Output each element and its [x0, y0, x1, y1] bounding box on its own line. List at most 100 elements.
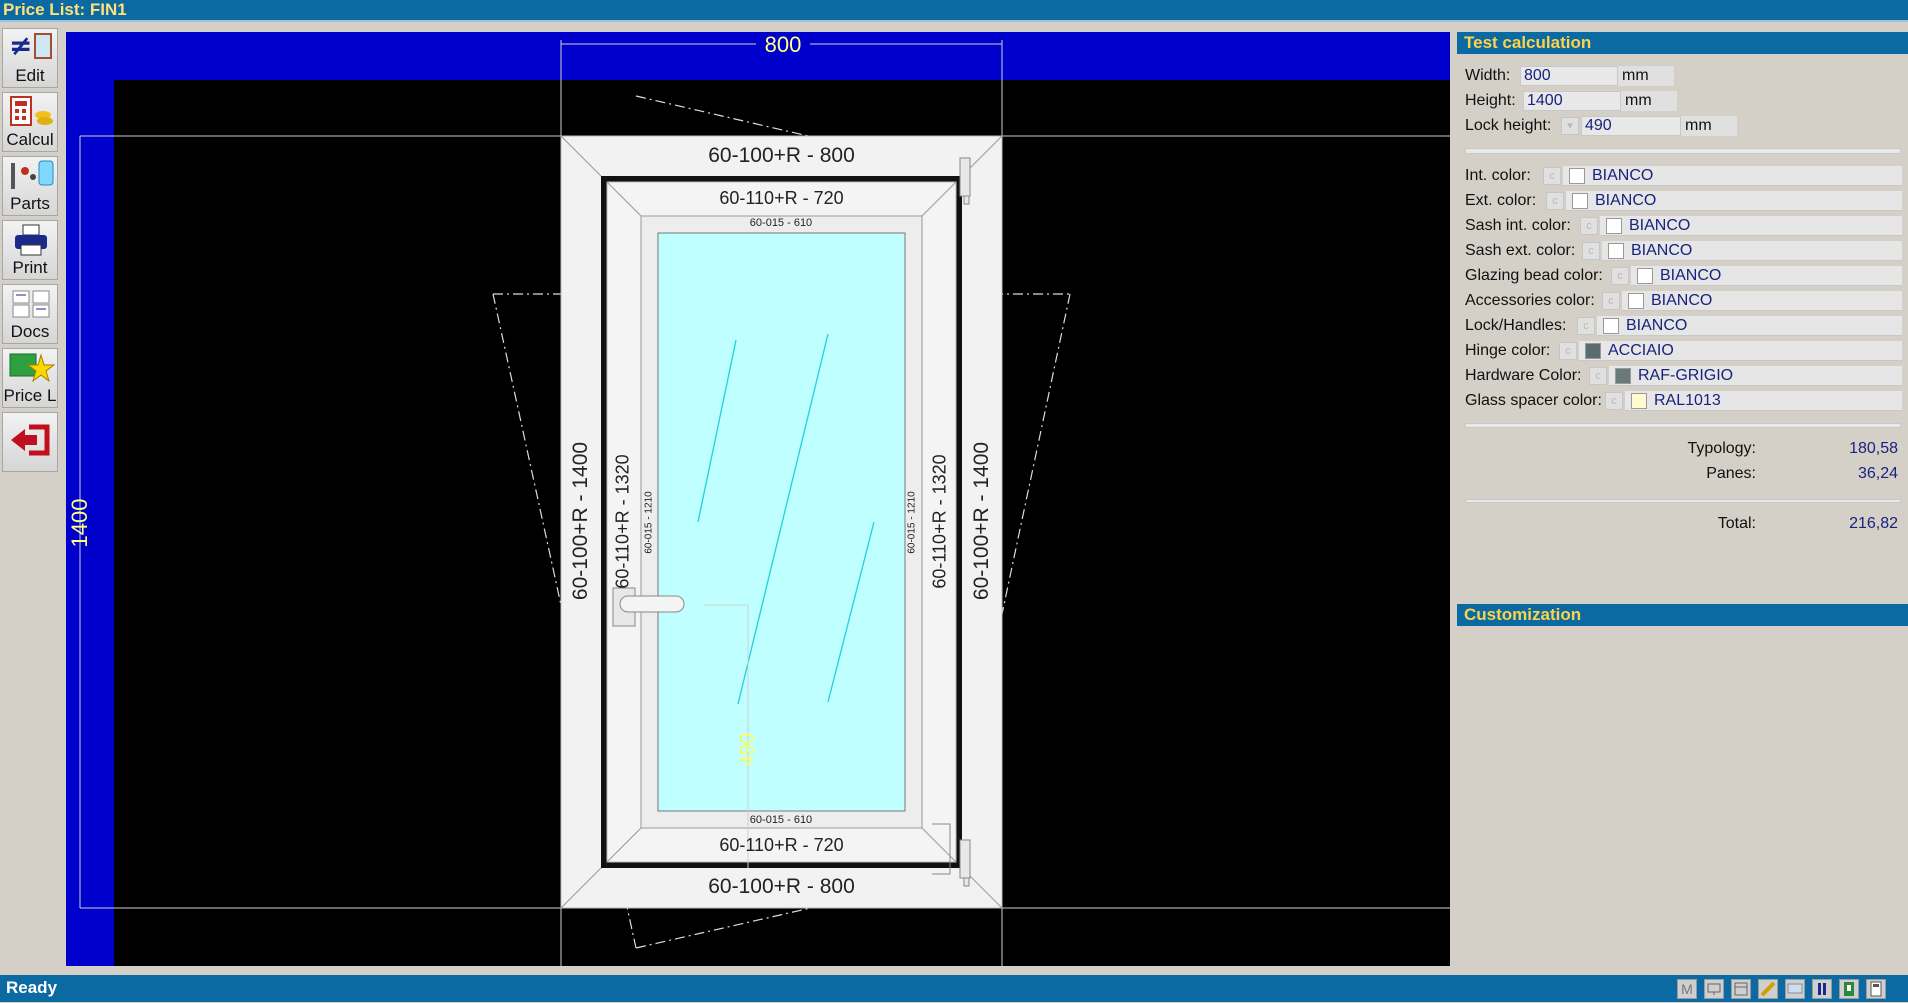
lock-height-dropdown[interactable]: ▾	[1561, 117, 1579, 135]
panes-label: Panes:	[1706, 465, 1756, 482]
panes-value: 36,24	[1857, 465, 1898, 482]
monitor-icon[interactable]	[1704, 979, 1724, 999]
exit-button[interactable]	[2, 412, 58, 472]
separator	[1465, 148, 1901, 154]
glazing-bead-color-c-button[interactable]: c	[1611, 267, 1629, 285]
sash-ext-color-c-button[interactable]: c	[1582, 242, 1600, 260]
edit-label: Edit	[15, 66, 45, 85]
width-input[interactable]: 800	[1520, 66, 1618, 86]
hardware-color-value: RAF-GRIGIO	[1638, 367, 1734, 384]
calcul-button[interactable]: Calcul	[2, 92, 58, 152]
glazing-bead-color-swatch	[1637, 268, 1653, 284]
glazing-bead-color-value: BIANCO	[1660, 267, 1722, 284]
hardware-color-swatch	[1615, 368, 1631, 384]
int-color-c-button[interactable]: c	[1543, 167, 1561, 185]
sash-ext-color-swatch	[1608, 243, 1624, 259]
docs-label: Docs	[10, 322, 50, 341]
price-list-button[interactable]: Price L	[2, 348, 58, 408]
calculator-coins-icon	[10, 96, 53, 126]
printer-icon	[15, 224, 47, 256]
calculator-icon[interactable]	[1866, 979, 1886, 999]
hinge-color-c-button[interactable]: c	[1559, 342, 1577, 360]
width-unit: mm	[1618, 66, 1674, 86]
m-icon[interactable]: M	[1677, 979, 1697, 999]
accessories-color-swatch	[1628, 293, 1644, 309]
lock-height-input[interactable]: 490	[1581, 116, 1681, 136]
sash-right-label: 60-110+R - 1320	[929, 454, 950, 589]
window-title: Price List: FIN1	[0, 0, 1908, 22]
bead-bottom-label: 60-015 - 610	[749, 814, 813, 826]
total-value: 216,82	[1849, 515, 1898, 532]
height-unit: mm	[1621, 91, 1677, 111]
accessories-color-c-button[interactable]: c	[1602, 292, 1620, 310]
display-icon[interactable]	[1785, 979, 1805, 999]
window-icon[interactable]	[1731, 979, 1751, 999]
height-dimension: 1400	[67, 498, 92, 548]
sash-bottom-label: 60-110+R - 720	[719, 835, 844, 855]
pause-icon[interactable]	[1812, 979, 1832, 999]
pencil-icon[interactable]	[1758, 979, 1778, 999]
print-button[interactable]: Print	[2, 220, 58, 280]
lock-height-label: Lock height:	[1465, 117, 1552, 134]
bead-right-label: 60-015 - 1210	[906, 491, 918, 554]
drawing-canvas[interactable]: 800 1400 490 60-100+R - 800 60-100+R - 8…	[66, 32, 1450, 966]
height-input[interactable]: 1400	[1523, 91, 1621, 111]
bead-top-label: 60-015 - 610	[749, 217, 813, 229]
int-color-label: Int. color:	[1465, 167, 1531, 184]
sash-ext-color-label: Sash ext. color:	[1465, 242, 1576, 259]
glass-spacer-color-value: RAL1013	[1654, 392, 1721, 409]
sash-ext-color-value: BIANCO	[1631, 242, 1693, 259]
hinge-color-swatch	[1585, 343, 1601, 359]
typology-value: 180,58	[1849, 440, 1898, 457]
print-label: Print	[12, 258, 48, 277]
glass-spacer-color-label: Glass spacer color:	[1465, 392, 1602, 409]
sash-int-color-swatch	[1606, 218, 1622, 234]
status-text: Ready	[6, 978, 58, 997]
int-color-value: BIANCO	[1592, 167, 1654, 184]
price-list-label: Price L	[3, 386, 57, 405]
customization-area[interactable]	[1457, 628, 1908, 958]
test-calculation-header: Test calculation	[1457, 32, 1908, 54]
edit-button[interactable]: ≠ Edit	[2, 28, 58, 88]
parts-icon	[11, 160, 54, 189]
height-label: Height:	[1465, 92, 1516, 109]
ext-color-c-button[interactable]: c	[1546, 192, 1564, 210]
glass-spacer-color-swatch	[1631, 393, 1647, 409]
edit-icon: ≠	[9, 31, 52, 62]
ext-color-label: Ext. color:	[1465, 192, 1537, 209]
left-toolbar: ≠ Edit Calcul Parts Print Docs Price L	[0, 28, 64, 976]
ext-color-swatch	[1572, 193, 1588, 209]
documents-icon	[12, 290, 50, 318]
status-bar: Ready M	[0, 975, 1908, 1002]
frame-left-label: 60-100+R - 1400	[569, 441, 592, 601]
lock-handles-swatch	[1603, 318, 1619, 334]
svg-text:≠: ≠	[9, 31, 32, 62]
frame-bottom-label: 60-100+R - 800	[708, 875, 855, 898]
sash-int-color-value: BIANCO	[1629, 217, 1691, 234]
glass	[657, 232, 906, 812]
glazing-bead-color-label: Glazing bead color:	[1465, 267, 1603, 284]
typology-label: Typology:	[1687, 440, 1756, 457]
int-color-swatch	[1569, 168, 1585, 184]
lock-handles-label: Lock/Handles:	[1465, 317, 1567, 334]
separator	[1465, 423, 1901, 428]
lock-height-unit: mm	[1681, 116, 1737, 136]
sash-left-label: 60-110+R - 1320	[612, 454, 633, 589]
glass-spacer-color-c-button[interactable]: c	[1605, 392, 1623, 410]
width-dimension: 800	[764, 32, 802, 57]
hardware-color-c-button[interactable]: c	[1589, 367, 1607, 385]
exit-icon	[11, 424, 50, 456]
frame-top-label: 60-100+R - 800	[708, 144, 855, 167]
lock-handles-c-button[interactable]: c	[1577, 317, 1595, 335]
docs-button[interactable]: Docs	[2, 284, 58, 344]
customization-header: Customization	[1457, 604, 1908, 626]
parts-label: Parts	[10, 194, 50, 213]
parts-button[interactable]: Parts	[2, 156, 58, 216]
book-icon[interactable]	[1839, 979, 1859, 999]
sash-int-color-c-button[interactable]: c	[1580, 217, 1598, 235]
hardware-color-label: Hardware Color:	[1465, 367, 1582, 384]
bead-left-label: 60-015 - 1210	[643, 491, 655, 554]
width-label: Width:	[1465, 67, 1511, 84]
ext-color-value: BIANCO	[1595, 192, 1657, 209]
price-list-star-icon	[9, 353, 55, 383]
